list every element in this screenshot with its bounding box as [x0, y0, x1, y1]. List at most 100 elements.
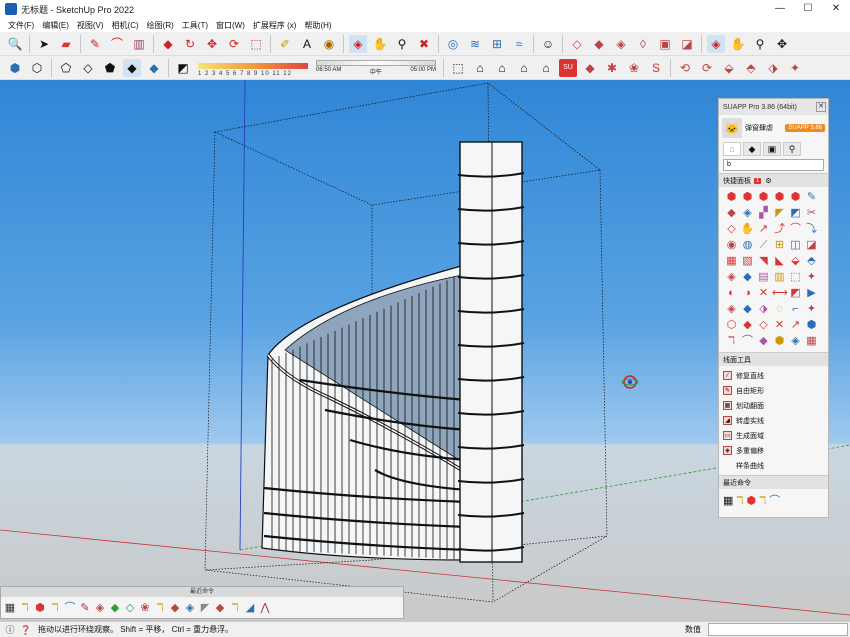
user-icon[interactable]: ☺	[539, 35, 557, 53]
menu-window[interactable]: 窗口(W)	[212, 20, 249, 31]
move-icon[interactable]: ✥	[203, 35, 221, 53]
view-iso-icon[interactable]: ⬠	[57, 59, 75, 77]
arc-b-icon[interactable]: ⌒	[769, 492, 780, 508]
tape-measure-icon[interactable]: ✐	[276, 35, 294, 53]
quick-tool-icon[interactable]: ◩	[788, 286, 803, 301]
quick-tool-icon[interactable]: ▤	[756, 270, 771, 285]
quick-tool-icon[interactable]: ↗	[788, 318, 803, 333]
quick-tool-icon[interactable]: ⬙	[788, 254, 803, 269]
recent-tool-icon[interactable]: ◆	[213, 601, 227, 615]
paint-bucket-icon[interactable]: ◉	[320, 35, 338, 53]
shadow-toggle-icon[interactable]: ◩	[174, 59, 192, 77]
plugin-d-icon[interactable]: S	[647, 59, 665, 77]
quick-tool-icon[interactable]: ⬢	[804, 318, 819, 333]
minimize-button[interactable]: —	[766, 0, 794, 18]
recent-tool-icon[interactable]: ◤	[198, 601, 212, 615]
quick-tool-icon[interactable]: ◆	[740, 318, 755, 333]
quick-tool-icon[interactable]: ◉	[724, 238, 739, 253]
quick-tool-icon[interactable]: ◍	[740, 238, 755, 253]
menu-tools[interactable]: 工具(T)	[178, 20, 212, 31]
list-item[interactable]: ▭ 生成面域	[723, 428, 824, 443]
tab-cube-icon[interactable]: ◆	[743, 142, 761, 156]
recent-tool-icon[interactable]: ℸ	[48, 601, 62, 615]
building-model[interactable]	[261, 141, 525, 563]
quick-tool-icon[interactable]: ⬚	[788, 270, 803, 285]
zoom-secondary-icon[interactable]: ⚲	[751, 35, 769, 53]
quick-tool-icon[interactable]: ⬡	[724, 318, 739, 333]
quick-tool-icon[interactable]: ⌒	[788, 222, 803, 237]
orbit-secondary-icon[interactable]: ◈	[707, 34, 725, 53]
menu-help[interactable]: 帮助(H)	[300, 20, 335, 31]
list-item[interactable]: ∕ 修复直线	[723, 368, 824, 383]
orbit-icon[interactable]: ◈	[349, 34, 367, 53]
plugin-g-icon[interactable]: ⬙	[720, 59, 738, 77]
section-c-icon[interactable]: ◈	[612, 35, 630, 53]
curve-icon[interactable]: ℸ	[736, 494, 743, 507]
quick-tool-icon[interactable]: ◣	[772, 254, 787, 269]
component-icon[interactable]: ⌂	[471, 59, 489, 77]
recent-tool-icon[interactable]: ◆	[108, 601, 122, 615]
quick-tool-icon[interactable]: ◆	[724, 206, 739, 221]
recent-tool-icon[interactable]: ⌒	[63, 601, 77, 615]
quick-tool-icon[interactable]: ⤴	[772, 222, 787, 237]
recent-commands-header[interactable]: 最近命令	[719, 475, 828, 489]
time-slider-track[interactable]	[316, 59, 436, 66]
recent-tool-icon[interactable]: ◆	[168, 601, 182, 615]
quick-tool-icon[interactable]: ◩	[788, 206, 803, 221]
menu-edit[interactable]: 编辑(E)	[38, 20, 73, 31]
zoom-extents-icon[interactable]: ✖	[415, 35, 433, 53]
value-input[interactable]	[708, 623, 848, 636]
plugin-i-icon[interactable]: ⬗	[764, 59, 782, 77]
view-wire-icon[interactable]: ◇	[79, 59, 97, 77]
plugin-j-icon[interactable]: ✦	[786, 59, 804, 77]
section-e-icon[interactable]: ▣	[656, 35, 674, 53]
quick-tool-icon[interactable]: ⬢	[772, 334, 787, 349]
list-item[interactable]: ◈ 多重偏移	[723, 443, 824, 458]
move-secondary-icon[interactable]: ✥	[773, 35, 791, 53]
quick-tool-icon[interactable]: ⬘	[804, 254, 819, 269]
quick-tool-icon[interactable]: ⌒	[740, 334, 755, 349]
list-item[interactable]: ✎ 自由矩形	[723, 383, 824, 398]
quick-tool-icon[interactable]: ⬢	[772, 190, 787, 205]
view-shaded-icon[interactable]: ◆	[123, 58, 141, 77]
quick-tool-icon[interactable]: ✦	[804, 302, 819, 317]
quick-tool-icon[interactable]: ⟷	[772, 286, 788, 301]
curve-b-icon[interactable]: ℸ	[759, 494, 766, 507]
gear-icon[interactable]: ⚙	[765, 177, 771, 185]
quick-tool-icon[interactable]: ▥	[772, 270, 787, 285]
refresh-icon[interactable]: ⟳	[225, 35, 243, 53]
house-b-icon[interactable]: ⌂	[515, 59, 533, 77]
quick-tool-icon[interactable]: ↗	[756, 222, 771, 237]
suapp-search-input[interactable]: b	[723, 159, 824, 171]
help-icon[interactable]: ❓	[20, 624, 32, 636]
extension-d-icon[interactable]: ≈	[510, 35, 528, 53]
hexagon-icon[interactable]: ⬢	[747, 494, 757, 507]
extension-c-icon[interactable]: ⊞	[488, 35, 506, 53]
warehouse-icon[interactable]: ⬚	[449, 59, 467, 77]
quick-tool-icon[interactable]: ◤	[772, 206, 787, 221]
suapp-version-badge[interactable]: SUAPP 3.86	[785, 124, 825, 132]
plugin-a-icon[interactable]: ◆	[581, 59, 599, 77]
plugin-b-icon[interactable]: ✱	[603, 59, 621, 77]
view-texture-icon[interactable]: ◆	[145, 59, 163, 77]
recent-tool-icon[interactable]: ℸ	[228, 601, 242, 615]
quick-tool-icon[interactable]: ◆	[740, 302, 755, 317]
text-icon[interactable]: A	[298, 35, 316, 53]
arc-icon[interactable]: ⌒	[108, 35, 126, 53]
quick-tool-icon[interactable]: ▦	[724, 254, 739, 269]
rectangle-icon[interactable]: ▥	[130, 35, 148, 53]
quick-tool-icon[interactable]: ▞	[756, 206, 771, 221]
extension-a-icon[interactable]: ◎	[444, 35, 462, 53]
list-item[interactable]: ◢ 转虚实线	[723, 413, 824, 428]
house-c-icon[interactable]: ⌂	[537, 59, 555, 77]
quick-tool-icon[interactable]: ⊞	[772, 238, 787, 253]
extension-b-icon[interactable]: ≋	[466, 35, 484, 53]
style-a-icon[interactable]: ⬢	[6, 59, 24, 77]
quick-tool-icon[interactable]: ⟋	[756, 238, 771, 253]
quick-tool-icon[interactable]: ◈	[788, 334, 803, 349]
recent-tool-icon[interactable]: ▦	[3, 601, 17, 615]
pencil-icon[interactable]: ✎	[86, 35, 104, 53]
plugin-h-icon[interactable]: ⬘	[742, 59, 760, 77]
search-icon[interactable]: 🔍	[6, 35, 24, 53]
pan-icon[interactable]: ✋	[371, 35, 389, 53]
